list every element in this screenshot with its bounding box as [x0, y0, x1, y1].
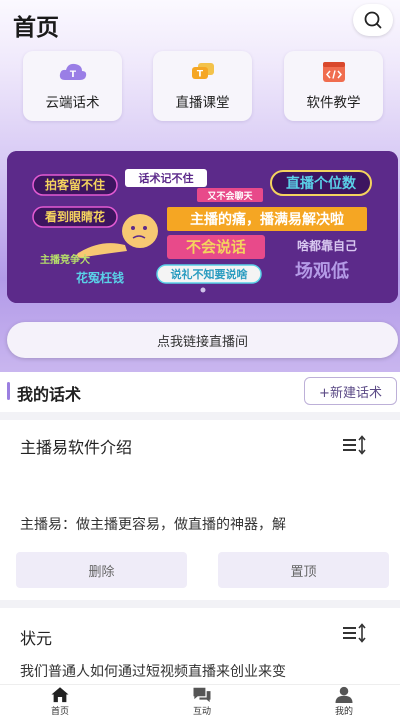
tab-mine[interactable]: 我的	[314, 685, 374, 716]
script-card[interactable]: 状元 我们普通人如何通过短视频直播来创业来变	[0, 608, 400, 684]
page-title: 首页	[13, 15, 59, 41]
svg-text:主播的痛，播满易解决啦: 主播的痛，播满易解决啦	[190, 211, 344, 228]
svg-text:说礼不知要说啥: 说礼不知要说啥	[171, 267, 249, 281]
svg-text:花冤枉钱: 花冤枉钱	[76, 270, 124, 285]
svg-text:主播竞争大: 主播竞争大	[40, 253, 90, 266]
banner-phrase: 主播的痛，播满易解决啦	[167, 207, 367, 231]
svg-text:T: T	[69, 70, 76, 80]
cloud-t-icon: T	[58, 61, 88, 83]
chat-icon	[193, 687, 211, 703]
script-title: 主播易软件介绍	[20, 438, 133, 457]
script-description: 我们普通人如何通过短视频直播来创业来变	[20, 664, 286, 680]
card-software-tutorial[interactable]: 软件教学	[284, 51, 383, 121]
banner-phrase: 拍客留不住	[32, 174, 118, 196]
card-cloud-scripts[interactable]: T 云端话术	[23, 51, 122, 121]
svg-text:啥都靠自己: 啥都靠自己	[297, 238, 357, 253]
banner-phrase: 又不会聊天	[197, 188, 263, 202]
banner-phrase: 说礼不知要说啥	[156, 264, 262, 284]
chat-bubble-t-icon: T	[188, 61, 218, 83]
bottom-tab-bar: 首页 互动 我的	[0, 684, 400, 716]
tab-label: 我的	[334, 707, 353, 716]
code-window-icon	[319, 61, 349, 83]
sort-icon[interactable]	[342, 435, 368, 455]
section-accent-bar	[7, 382, 10, 400]
quick-access-cards: T 云端话术 T 直播课堂 软件教学	[23, 51, 383, 121]
banner-phrase: 看到眼睛花	[32, 206, 118, 228]
card-label: 软件教学	[306, 95, 361, 111]
tab-home[interactable]: 首页	[30, 685, 90, 716]
svg-text:话术记不住: 话术记不住	[139, 171, 194, 185]
banner-page-indicator	[200, 287, 206, 293]
sort-icon[interactable]	[342, 623, 368, 643]
svg-text:T: T	[196, 70, 203, 80]
svg-text:拍客留不住: 拍客留不住	[45, 177, 105, 192]
card-label: 直播课堂	[175, 95, 230, 111]
script-description: 主播易：做主播更容易，做直播的神器，解	[20, 517, 286, 533]
tab-label: 首页	[50, 707, 69, 716]
home-icon	[51, 687, 69, 703]
user-icon	[335, 686, 353, 703]
card-live-class[interactable]: T 直播课堂	[153, 51, 252, 121]
svg-text:直播个位数: 直播个位数	[286, 175, 357, 192]
svg-text:场观低: 场观低	[295, 260, 349, 282]
banner-phrase: 啥都靠自己	[297, 238, 357, 253]
svg-text:又不会聊天: 又不会聊天	[206, 190, 253, 202]
delete-button[interactable]: 删除	[16, 552, 187, 588]
search-button[interactable]	[353, 4, 393, 36]
svg-text:不会说话: 不会说话	[186, 238, 246, 256]
banner-phrase: 直播个位数	[270, 170, 372, 196]
banner-phrase: 场观低	[295, 260, 349, 282]
svg-text:看到眼睛花: 看到眼睛花	[45, 209, 105, 224]
tab-label: 互动	[192, 707, 211, 716]
script-card[interactable]: 主播易软件介绍 主播易：做主播更容易，做直播的神器，解 删除 置顶	[0, 420, 400, 600]
banner-phrase: 不会说话	[167, 235, 265, 259]
banner-phrase: 花冤枉钱	[76, 270, 124, 285]
banner-phrase: 主播竞争大	[40, 253, 90, 266]
tab-interact[interactable]: 互动	[172, 685, 232, 716]
promo-banner[interactable]: 拍客留不住 话术记不住 又不会聊天 直播个位数 看到眼睛花 主播的痛，播满易解决…	[7, 151, 398, 303]
search-icon	[364, 11, 382, 29]
new-script-button[interactable]: +新建话术	[304, 377, 397, 405]
link-live-room-button[interactable]: 点我链接直播间	[7, 322, 398, 358]
banner-phrase: 话术记不住	[125, 169, 207, 187]
pin-button[interactable]: 置顶	[218, 552, 389, 588]
script-title: 状元	[20, 629, 53, 648]
section-title: 我的话术	[17, 385, 82, 404]
my-scripts-header: 我的话术 +新建话术	[0, 372, 400, 412]
card-label: 云端话术	[45, 95, 100, 111]
